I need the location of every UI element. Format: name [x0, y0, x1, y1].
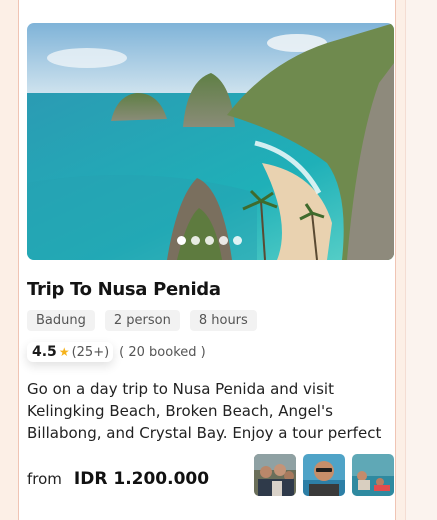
- rating-value: 4.5: [32, 344, 57, 360]
- man-sunglasses-photo[interactable]: [303, 454, 345, 496]
- tag-duration: 8 hours: [189, 310, 257, 331]
- carousel-indicators[interactable]: [177, 236, 242, 245]
- group-selfie-photo[interactable]: [254, 454, 296, 496]
- tag-persons: 2 person: [104, 310, 180, 331]
- price-row: from IDR 1.200.000: [27, 469, 209, 489]
- carousel-dot[interactable]: [219, 236, 228, 245]
- carousel-dot[interactable]: [205, 236, 214, 245]
- review-count: (25+): [71, 344, 110, 360]
- trip-tags: Badung 2 person 8 hours: [27, 310, 257, 331]
- star-icon: ★: [58, 345, 70, 359]
- hero-image: [27, 23, 394, 260]
- rating-badge: 4.5 ★ (25+): [27, 342, 114, 362]
- booked-count: ( 20 booked ): [119, 344, 206, 360]
- price-prefix: from: [27, 470, 62, 488]
- trip-title[interactable]: Trip To Nusa Penida: [27, 279, 221, 300]
- tag-location: Badung: [27, 310, 95, 331]
- carousel-dot[interactable]: [191, 236, 200, 245]
- carousel-dot[interactable]: [177, 236, 186, 245]
- trip-description: Go on a day trip to Nusa Penida and visi…: [27, 380, 382, 442]
- price-value: IDR 1.200.000: [73, 469, 210, 489]
- gallery-thumbnails[interactable]: [254, 454, 394, 496]
- carousel-dot[interactable]: [233, 236, 242, 245]
- rating-row: 4.5 ★ (25+) ( 20 booked ): [27, 342, 206, 362]
- page-background-right: [405, 0, 437, 520]
- hero-image-carousel[interactable]: [27, 23, 394, 260]
- boat-sea-photo[interactable]: [352, 454, 394, 496]
- trip-card[interactable]: Trip To Nusa Penida Badung 2 person 8 ho…: [18, 0, 396, 520]
- outline-line: [405, 0, 406, 520]
